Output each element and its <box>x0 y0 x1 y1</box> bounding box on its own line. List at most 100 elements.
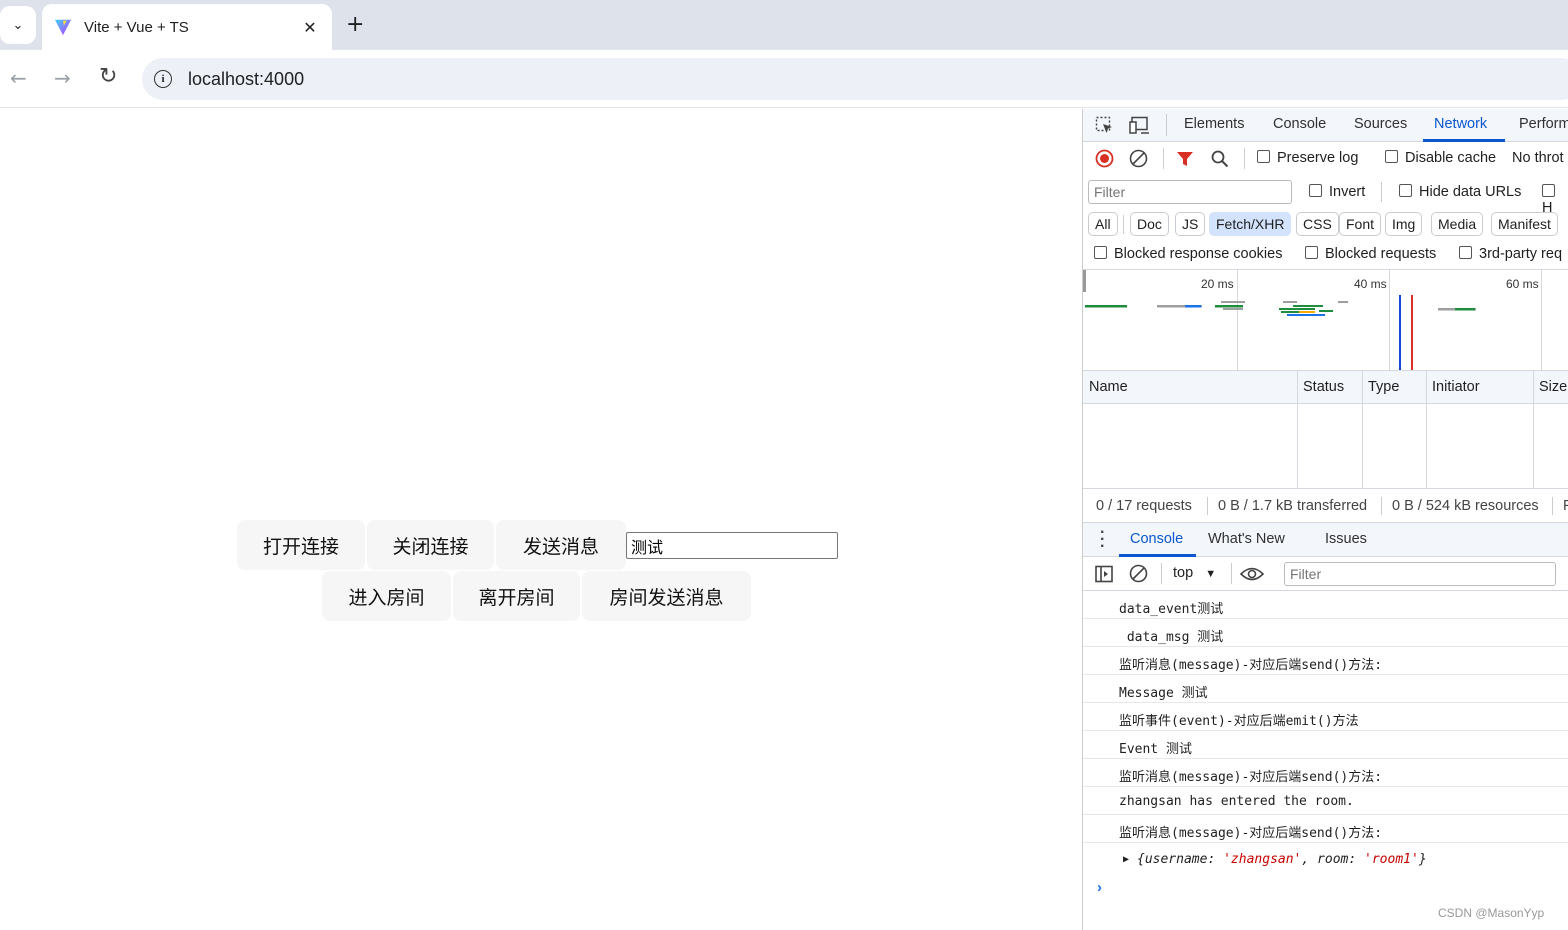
tab-sources[interactable]: Sources <box>1354 116 1407 132</box>
divider <box>1552 497 1553 515</box>
enter-room-button[interactable]: 进入房间 <box>322 571 451 621</box>
network-overview[interactable]: 20 ms 40 ms 60 ms <box>1083 269 1568 370</box>
browser-tab[interactable]: Vite + Vue + TS ✕ <box>42 4 332 50</box>
preserve-log-checkbox[interactable]: Preserve log <box>1257 150 1358 166</box>
room-send-message-button[interactable]: 房间发送消息 <box>582 571 751 621</box>
tab-network[interactable]: Network <box>1434 116 1487 132</box>
console-object-line[interactable]: ▶ {username: 'zhangsan', room: 'room1'} <box>1083 843 1568 871</box>
chip-js[interactable]: JS <box>1175 212 1206 236</box>
column-divider <box>1362 370 1363 488</box>
reload-icon[interactable]: ↻ <box>99 64 117 89</box>
tab-title: Vite + Vue + TS <box>84 18 189 36</box>
col-size[interactable]: Size <box>1539 379 1567 395</box>
inspect-element-icon[interactable] <box>1095 116 1114 135</box>
object-value: 'room1' <box>1364 852 1419 867</box>
blocked-cookies-label: Blocked response cookies <box>1114 246 1283 262</box>
resources-size: 0 B / 524 kB resources <box>1392 498 1539 514</box>
dropdown-arrow-icon: ▼ <box>1205 568 1217 580</box>
clear-console-icon[interactable] <box>1129 564 1148 583</box>
address-bar[interactable]: i localhost:4000 <box>142 58 1568 100</box>
third-party-label: 3rd-party req <box>1479 246 1563 262</box>
new-tab-button[interactable]: + <box>346 12 364 37</box>
drawer-tab-console[interactable]: Console <box>1130 531 1183 547</box>
console-toolbar: top ▼ <box>1083 557 1568 591</box>
console-line: data_msg 测试 <box>1083 619 1568 647</box>
console-prompt-icon[interactable]: › <box>1097 879 1102 896</box>
chip-doc[interactable]: Doc <box>1130 212 1169 236</box>
chip-media[interactable]: Media <box>1431 212 1484 236</box>
browser-toolbar: ← → ↻ i localhost:4000 <box>0 50 1568 108</box>
record-stop-icon[interactable] <box>1095 149 1114 168</box>
send-message-button[interactable]: 发送消息 <box>496 520 626 570</box>
hide-data-urls-checkbox[interactable]: Hide data URLs <box>1399 184 1521 200</box>
hide-data-urls-label: Hide data URLs <box>1419 184 1522 200</box>
eye-icon[interactable] <box>1240 565 1264 583</box>
col-name[interactable]: Name <box>1089 379 1128 395</box>
filter-funnel-icon[interactable] <box>1176 150 1194 168</box>
drawer-tab-whats-new[interactable]: What's New <box>1208 531 1285 547</box>
divider <box>1381 497 1382 515</box>
requests-count: 0 / 17 requests <box>1096 498 1192 514</box>
chip-css[interactable]: CSS <box>1296 212 1339 236</box>
search-icon[interactable] <box>1211 150 1229 168</box>
column-divider <box>1297 370 1298 488</box>
close-connection-button[interactable]: 关闭连接 <box>367 520 494 570</box>
col-status[interactable]: Status <box>1303 379 1344 395</box>
chip-fetch-xhr[interactable]: Fetch/XHR <box>1209 212 1292 236</box>
console-line: 监听消息(message)-对应后端send()方法: <box>1083 647 1568 675</box>
sidebar-toggle-icon[interactable] <box>1095 565 1113 583</box>
open-connection-button[interactable]: 打开连接 <box>237 520 365 570</box>
page-content: 打开连接 关闭连接 发送消息 进入房间 离开房间 房间发送消息 <box>0 109 1082 930</box>
blocked-requests-label: Blocked requests <box>1325 246 1437 262</box>
devtools-tabbar: Elements Console Sources Network Perform <box>1083 109 1568 142</box>
chip-all[interactable]: All <box>1088 212 1118 236</box>
preserve-log-label: Preserve log <box>1277 150 1359 166</box>
forward-arrow-icon[interactable]: → <box>54 66 71 90</box>
invert-label: Invert <box>1329 184 1366 200</box>
waterfall-bars <box>1085 295 1476 370</box>
console-line: 监听消息(message)-对应后端send()方法: <box>1083 759 1568 787</box>
divider <box>1161 563 1162 584</box>
third-party-checkbox[interactable]: 3rd-party req <box>1459 246 1562 262</box>
col-initiator[interactable]: Initiator <box>1432 379 1480 395</box>
blocked-requests-checkbox[interactable]: Blocked requests <box>1305 246 1436 262</box>
chevron-down-icon: ⌄ <box>12 17 24 33</box>
divider <box>1381 182 1382 202</box>
tab-performance[interactable]: Perform <box>1519 116 1568 132</box>
url-text[interactable]: localhost:4000 <box>188 69 304 90</box>
request-table-header: Name Status Type Initiator Size <box>1083 370 1568 404</box>
site-info-icon[interactable]: i <box>154 70 172 88</box>
tab-close-icon[interactable]: ✕ <box>300 18 320 37</box>
drawer-tab-issues[interactable]: Issues <box>1325 531 1367 547</box>
disable-cache-checkbox[interactable]: Disable cache <box>1385 150 1496 166</box>
object-key: room <box>1317 852 1349 867</box>
col-type[interactable]: Type <box>1368 379 1399 395</box>
context-selector[interactable]: top ▼ <box>1173 565 1216 581</box>
invert-checkbox[interactable]: Invert <box>1309 184 1365 200</box>
clear-icon[interactable] <box>1129 149 1148 168</box>
tab-strip: ⌄ Vite + Vue + TS ✕ + <box>0 0 1568 50</box>
tab-console[interactable]: Console <box>1273 116 1326 132</box>
tab-elements[interactable]: Elements <box>1184 116 1244 132</box>
chip-manifest[interactable]: Manifest <box>1491 212 1558 236</box>
tab-search-button[interactable]: ⌄ <box>0 6 36 44</box>
throttling-select[interactable]: No throt <box>1512 150 1564 166</box>
chip-font[interactable]: Font <box>1339 212 1382 236</box>
column-divider <box>1533 370 1534 488</box>
console-filter-input[interactable] <box>1284 562 1556 586</box>
back-arrow-icon[interactable]: ← <box>10 66 27 90</box>
divider <box>1244 148 1245 169</box>
message-input[interactable] <box>626 532 838 559</box>
vite-logo-icon <box>54 19 72 36</box>
chip-img[interactable]: Img <box>1385 212 1423 236</box>
network-filter-input[interactable] <box>1088 180 1292 204</box>
device-toolbar-icon[interactable] <box>1129 116 1151 135</box>
object-value: 'zhangsan' <box>1223 852 1302 867</box>
more-options-icon[interactable]: · · · <box>1100 525 1105 555</box>
divider <box>1166 114 1167 136</box>
blocked-cookies-checkbox[interactable]: Blocked response cookies <box>1094 246 1282 262</box>
leave-room-button[interactable]: 离开房间 <box>453 571 580 621</box>
expand-triangle-icon[interactable]: ▶ <box>1123 854 1129 865</box>
divider <box>1123 215 1124 234</box>
watermark: CSDN @MasonYyp <box>1438 906 1545 920</box>
